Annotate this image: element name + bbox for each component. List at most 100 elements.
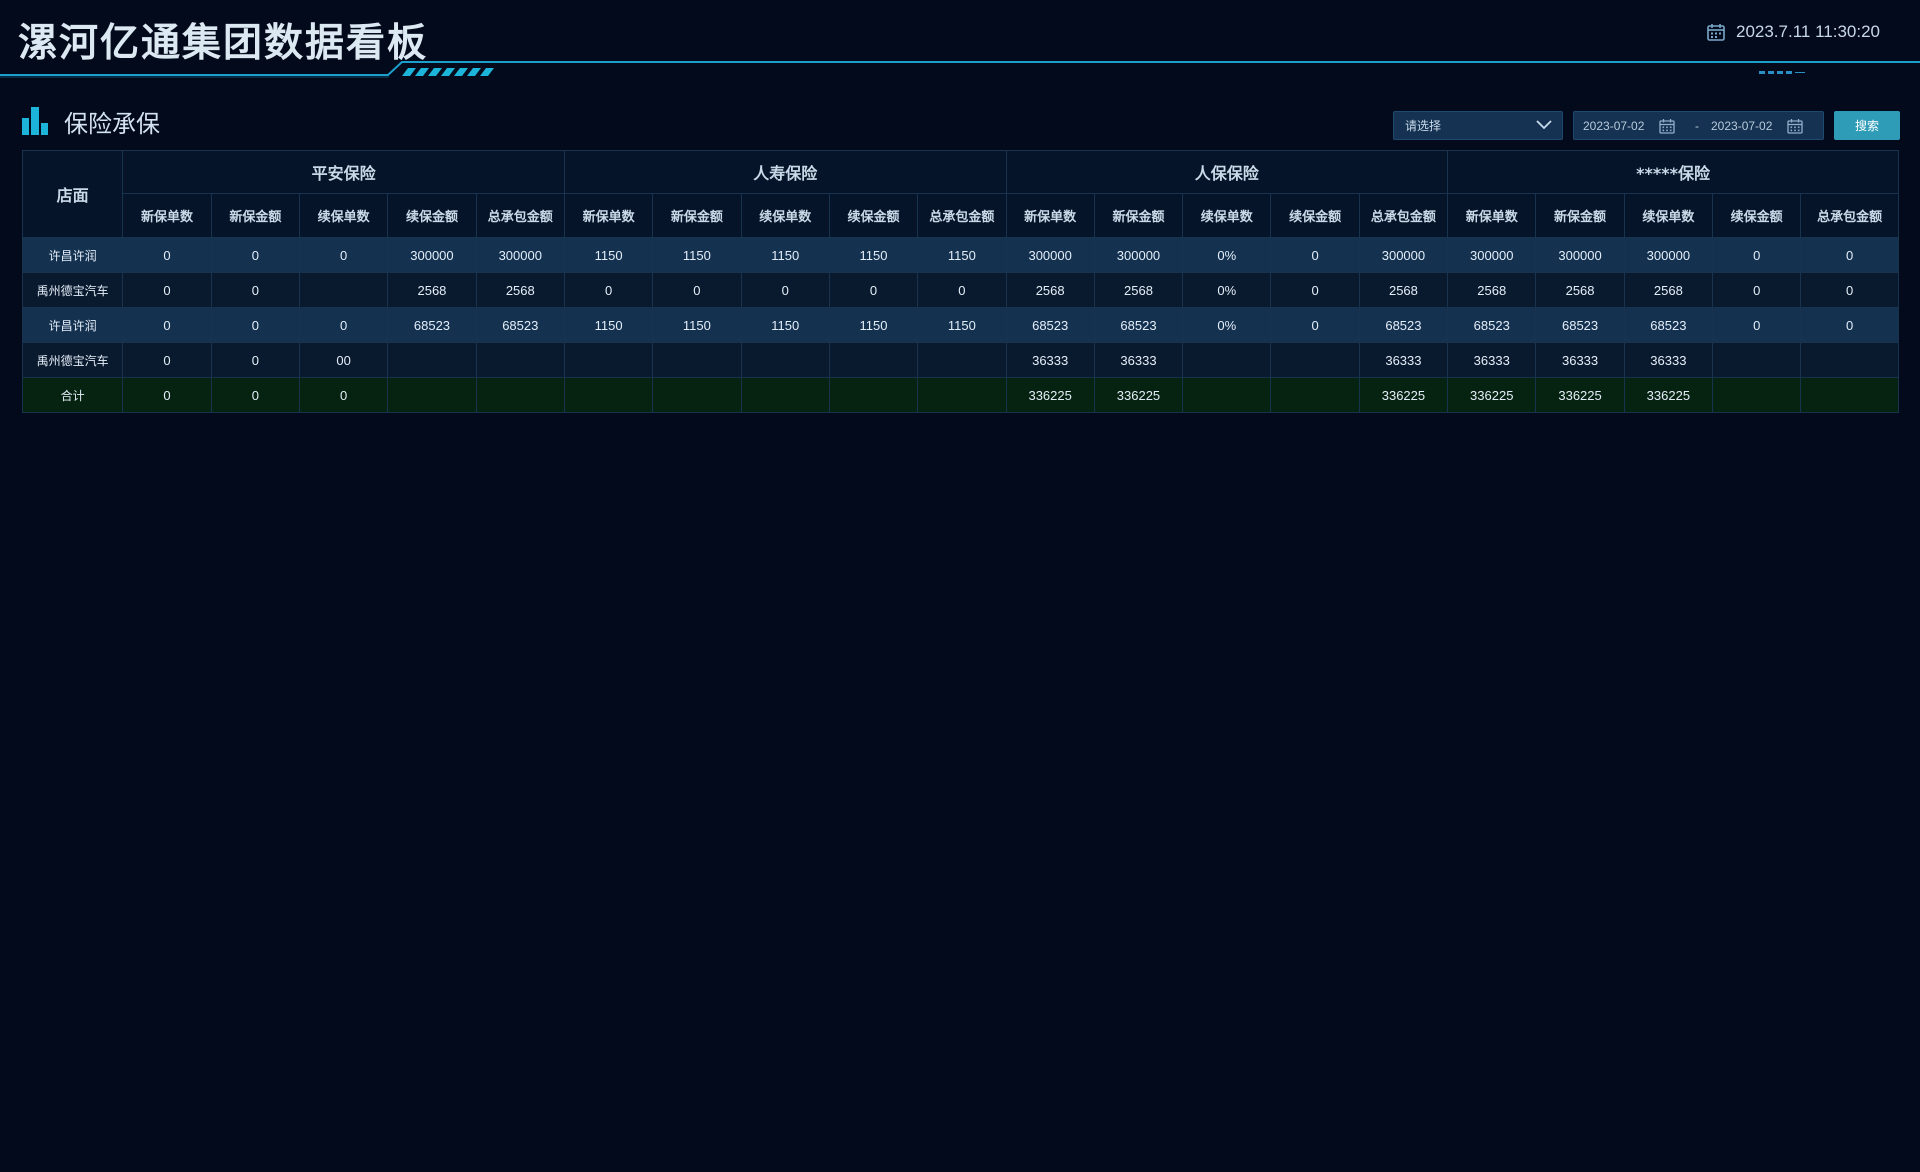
- start-date-input[interactable]: 2023-07-02: [1583, 119, 1653, 133]
- table-cell: 0: [122, 342, 212, 378]
- table-cell: [828, 377, 919, 413]
- table-cell: [828, 342, 919, 378]
- date-range-picker[interactable]: 2023-07-02 - 2023-07-02: [1573, 111, 1824, 140]
- table-cell: 0: [1800, 237, 1899, 273]
- insurance-table: 店面 平安保险 人寿保险 人保保险 *****保险 新保单数 新保金额 续保单数 续保…: [21, 150, 1899, 413]
- search-button[interactable]: 搜索: [1834, 111, 1900, 140]
- table-cell: 2568: [1535, 272, 1625, 308]
- table-cell: 0: [298, 377, 389, 413]
- table-cell: 336225: [1005, 377, 1095, 413]
- store-cell: 许昌许润: [21, 307, 124, 343]
- table-cell: 2568: [475, 272, 565, 308]
- date-separator: -: [1695, 118, 1699, 133]
- column-header: 新保金额: [210, 193, 300, 238]
- total-row: 合计 0 0 0 336225 336225 336225 336225 336225 33622…: [21, 377, 1899, 413]
- table-row: 许昌许润 0 0 0 68523 68523 1150 1150 1150 1150 1150 685…: [21, 307, 1899, 343]
- table-cell: [740, 342, 830, 378]
- store-cell: 禹州德宝汽车: [21, 342, 124, 378]
- bar-chart-icon: [22, 105, 52, 139]
- table-cell: 0: [740, 272, 830, 308]
- datetime-text: 2023.7.11 11:30:20: [1735, 22, 1880, 41]
- table-row: 禹州德宝汽车 0 0 00 36333 36333 36333 36333 36333 36333: [21, 342, 1899, 378]
- table-cell: [1270, 377, 1360, 413]
- chevron-down-icon: [1536, 119, 1552, 133]
- table-cell: [917, 342, 1007, 378]
- table-cell: [387, 377, 477, 413]
- table-cell: 36333: [1093, 342, 1184, 378]
- group-header-masked: *****保险: [1447, 150, 1899, 194]
- table-cell: 0: [298, 307, 389, 343]
- column-header: 续保单数: [1623, 193, 1714, 238]
- start-calendar-icon[interactable]: [1659, 118, 1675, 134]
- table-cell: 0%: [1182, 237, 1272, 273]
- table-cell: 300000: [387, 237, 477, 273]
- table-cell: 0%: [1182, 272, 1272, 308]
- table-cell: 1150: [917, 237, 1007, 273]
- table-cell: [563, 342, 654, 378]
- table-cell: 0: [210, 307, 300, 343]
- column-header: 总承包金额: [475, 193, 565, 238]
- end-calendar-icon[interactable]: [1787, 118, 1803, 134]
- table-cell: 36333: [1005, 342, 1095, 378]
- table-cell: 0: [1800, 307, 1899, 343]
- table-cell: 0: [828, 272, 919, 308]
- table-cell: 0: [122, 307, 212, 343]
- table-cell: 1150: [563, 237, 654, 273]
- table-cell: [387, 342, 477, 378]
- header: 漯河亿通集团数据看板 2023.7.11 11:30:20: [0, 0, 1920, 84]
- table-cell: 1150: [740, 307, 830, 343]
- table-cell: 1150: [828, 307, 919, 343]
- table-cell: [1712, 377, 1802, 413]
- column-header: 新保金额: [1535, 193, 1625, 238]
- table-body: 许昌许润 0 0 0 300000 300000 1150 1150 1150 1150 1150 3…: [21, 237, 1899, 413]
- table-cell: 300000: [1623, 237, 1714, 273]
- table-row: 禹州德宝汽车 0 0 2568 2568 0 0 0 0 0 2568 2568 0% 0 2568 2568…: [21, 272, 1899, 308]
- subheader-row: 新保单数 新保金额 续保单数 续保金额 总承包金额 新保单数 新保金额 续保单数 续保金额 总承包…: [23, 193, 1899, 238]
- table-cell: 0: [1712, 307, 1802, 343]
- store-cell: 合计: [21, 377, 124, 413]
- table-cell: 2568: [1623, 272, 1714, 308]
- table-cell: 68523: [1005, 307, 1095, 343]
- column-header: 总承包金额: [1800, 193, 1899, 238]
- table-cell: [298, 272, 389, 308]
- column-header: 新保单数: [122, 193, 212, 238]
- table-cell: 300000: [1358, 237, 1449, 273]
- table-cell: 68523: [1623, 307, 1714, 343]
- table-cell: 0: [917, 272, 1007, 308]
- table-cell: [563, 377, 654, 413]
- table-cell: [917, 377, 1007, 413]
- table-cell: 2568: [1358, 272, 1449, 308]
- table-cell: 0: [1712, 237, 1802, 273]
- table-cell: 2568: [1093, 272, 1184, 308]
- table-cell: 0: [1270, 237, 1360, 273]
- page-title: 漯河亿通集团数据看板: [18, 20, 429, 66]
- group-header-renbao: 人保保险: [1005, 150, 1449, 194]
- column-header: 续保金额: [1712, 193, 1802, 238]
- table-cell: [1800, 377, 1899, 413]
- store-select[interactable]: 请选择: [1393, 111, 1563, 140]
- table-cell: 0: [122, 377, 212, 413]
- table-cell: 336225: [1358, 377, 1449, 413]
- end-date-input[interactable]: 2023-07-02: [1711, 119, 1781, 133]
- table-cell: 300000: [1093, 237, 1184, 273]
- table-cell: 0: [563, 272, 654, 308]
- table-cell: 0%: [1182, 307, 1272, 343]
- column-header: 新保金额: [652, 193, 742, 238]
- table-cell: 0: [1270, 272, 1360, 308]
- table-cell: 336225: [1447, 377, 1537, 413]
- calendar-icon: [1706, 22, 1726, 42]
- table-cell: 1150: [828, 237, 919, 273]
- table-cell: 68523: [1358, 307, 1449, 343]
- table-cell: 2568: [1005, 272, 1095, 308]
- table-cell: 2568: [387, 272, 477, 308]
- table-cell: 0: [122, 272, 212, 308]
- table-cell: [475, 377, 565, 413]
- column-header: 续保单数: [298, 193, 389, 238]
- column-header: 新保单数: [563, 193, 654, 238]
- column-header: 续保金额: [1270, 193, 1360, 238]
- table-cell: 36333: [1535, 342, 1625, 378]
- table-cell: [1182, 342, 1272, 378]
- store-cell: 禹州德宝汽车: [21, 272, 124, 308]
- table-cell: 1150: [917, 307, 1007, 343]
- table-cell: 300000: [1535, 237, 1625, 273]
